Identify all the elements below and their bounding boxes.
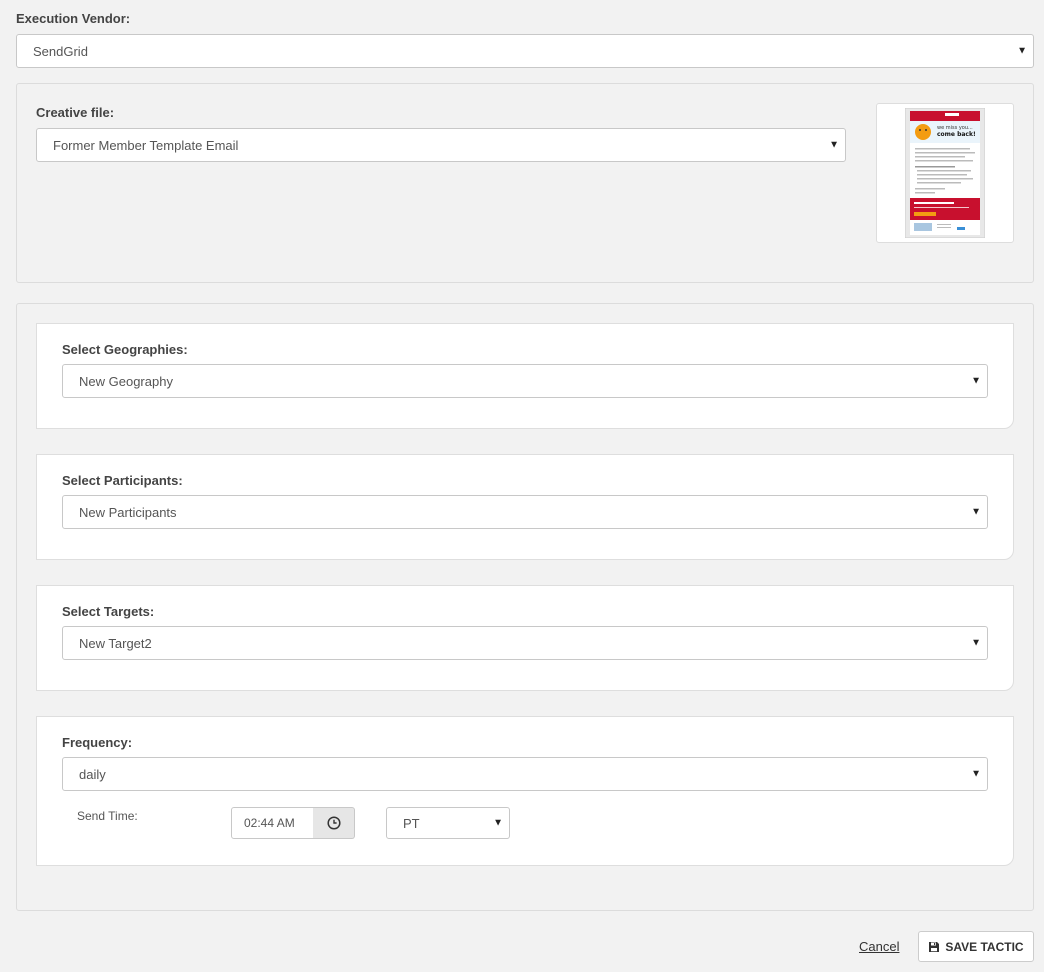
send-time-label: Send Time: [77, 809, 138, 823]
execution-vendor-value: SendGrid [33, 43, 88, 59]
svg-text:come back!: come back! [937, 131, 976, 138]
execution-vendor-label: Execution Vendor: [16, 11, 131, 26]
cancel-link[interactable]: Cancel [859, 939, 899, 954]
participants-value: New Participants [79, 504, 177, 520]
timezone-select[interactable]: PT ▼ [386, 807, 510, 839]
creative-file-label: Creative file: [36, 105, 115, 120]
targets-label: Select Targets: [62, 604, 155, 619]
participants-label: Select Participants: [62, 473, 183, 488]
frequency-card [36, 716, 1014, 866]
geographies-label: Select Geographies: [62, 342, 188, 357]
send-time-input[interactable]: 02:44 AM [231, 807, 314, 839]
chevron-down-icon: ▼ [493, 817, 503, 829]
participants-select[interactable]: New Participants ▼ [62, 495, 988, 529]
chevron-down-icon: ▼ [971, 768, 981, 780]
geographies-select[interactable]: New Geography ▼ [62, 364, 988, 398]
execution-vendor-select[interactable]: SendGrid ▼ [16, 34, 1034, 68]
creative-thumbnail[interactable]: we miss you... come back! [876, 103, 1014, 243]
frequency-select[interactable]: daily ▼ [62, 757, 988, 791]
save-tactic-label: SAVE TACTIC [945, 939, 1024, 954]
frequency-label: Frequency: [62, 735, 133, 750]
save-tactic-button[interactable]: SAVE TACTIC [918, 931, 1034, 962]
clock-icon [326, 816, 341, 830]
frequency-value: daily [79, 766, 106, 782]
chevron-down-icon: ▼ [971, 506, 981, 518]
timezone-value: PT [403, 815, 420, 831]
chevron-down-icon: ▼ [971, 375, 981, 387]
creative-file-value: Former Member Template Email [53, 137, 239, 153]
floppy-disk-icon [929, 941, 940, 952]
chevron-down-icon: ▼ [971, 637, 981, 649]
time-picker-button[interactable] [313, 807, 355, 839]
chevron-down-icon: ▼ [1017, 45, 1027, 57]
targets-select[interactable]: New Target2 ▼ [62, 626, 988, 660]
creative-file-select[interactable]: Former Member Template Email ▼ [36, 128, 846, 162]
chevron-down-icon: ▼ [829, 139, 839, 151]
targets-value: New Target2 [79, 635, 152, 651]
email-preview-image: we miss you... come back! [905, 108, 985, 238]
geographies-value: New Geography [79, 373, 173, 389]
send-time-value: 02:44 AM [244, 816, 295, 830]
